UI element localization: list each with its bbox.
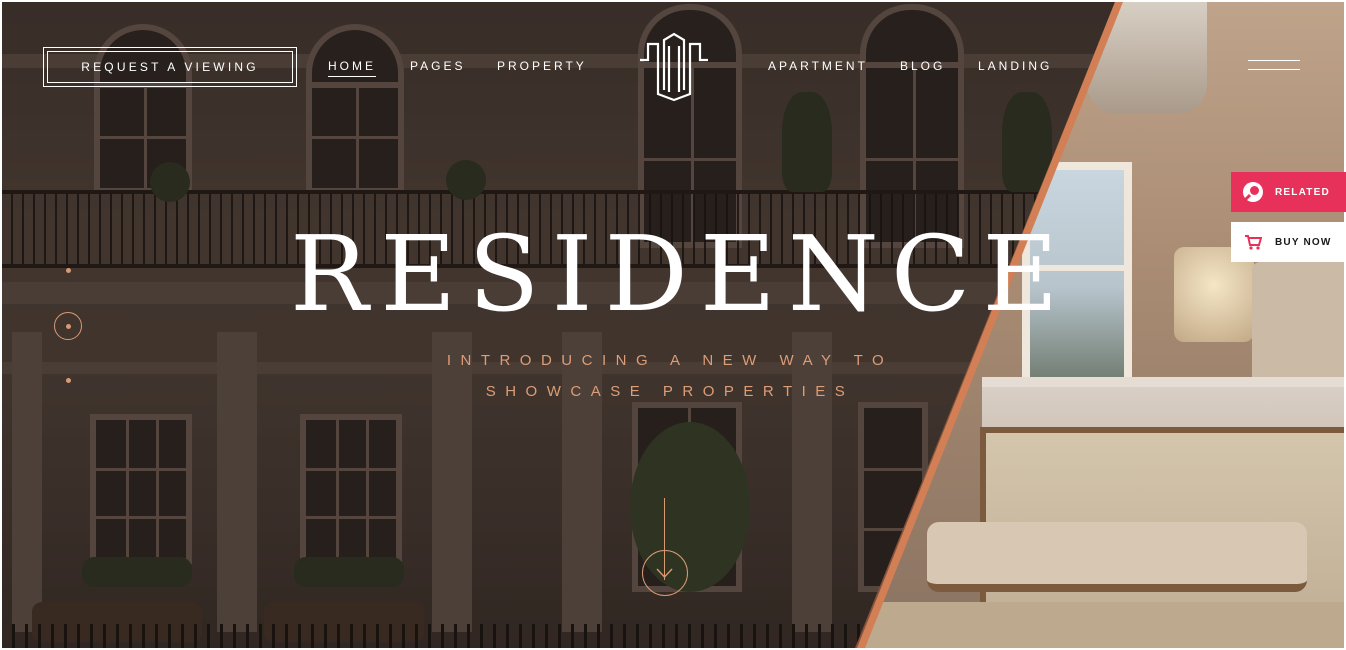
arrow-down-icon: [656, 568, 673, 578]
buy-now-button[interactable]: BUY NOW: [1231, 222, 1346, 262]
hero-title: RESIDENCE: [290, 213, 1071, 335]
nav-property[interactable]: PROPERTY: [497, 59, 587, 73]
related-button[interactable]: RELATED: [1231, 172, 1346, 212]
floor: [857, 602, 1344, 648]
nav-home[interactable]: HOME: [328, 59, 376, 77]
hero-subtitle-line-1: INTRODUCING A NEW WAY TO: [446, 352, 894, 369]
nav-blog[interactable]: BLOG: [900, 59, 945, 73]
request-viewing-button[interactable]: REQUEST A VIEWING: [43, 47, 297, 87]
buy-now-label: BUY NOW: [1275, 236, 1332, 248]
related-label: RELATED: [1275, 186, 1330, 198]
circle-logo-icon: [1231, 180, 1275, 204]
cart-icon: [1231, 234, 1275, 250]
nav-pages[interactable]: PAGES: [410, 59, 465, 73]
slide-dot-1[interactable]: [66, 268, 71, 273]
hamburger-menu-icon[interactable]: [1248, 60, 1300, 72]
bench: [927, 522, 1307, 592]
nav-apartment[interactable]: APARTMENT: [768, 59, 868, 73]
hero-subtitle: INTRODUCING A NEW WAY TO SHOWCASE PROPER…: [400, 345, 940, 407]
nav-landing[interactable]: LANDING: [978, 59, 1052, 73]
request-viewing-label: REQUEST A VIEWING: [81, 60, 259, 74]
slide-dot-3[interactable]: [66, 378, 71, 383]
building-logo-icon[interactable]: [638, 32, 710, 102]
slide-dot-2-active[interactable]: [54, 312, 82, 340]
hero-subtitle-line-2: SHOWCASE PROPERTIES: [485, 383, 855, 400]
